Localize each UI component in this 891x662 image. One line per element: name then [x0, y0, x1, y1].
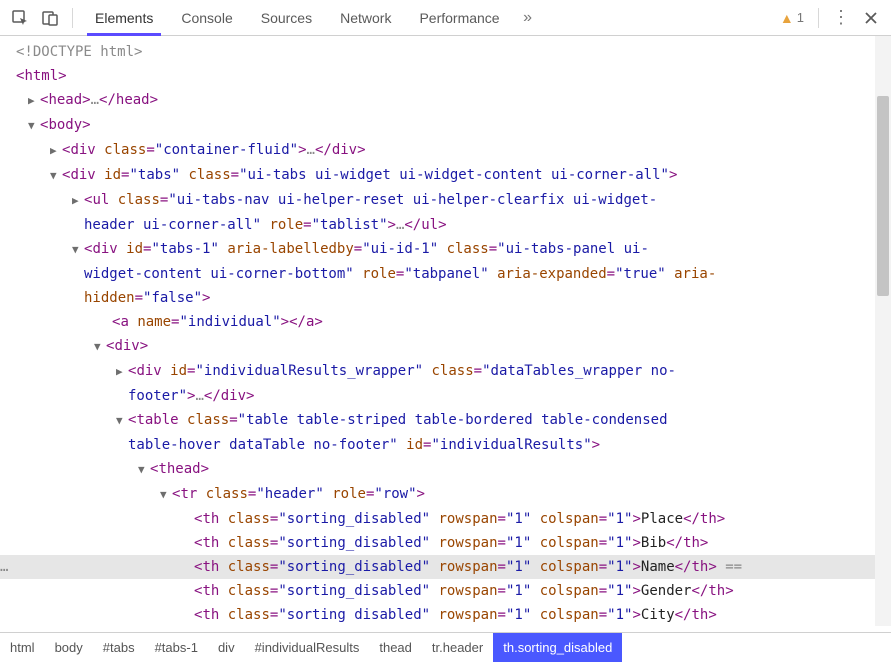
crumb[interactable]: body — [45, 633, 93, 662]
collapse-icon[interactable]: ▼ — [138, 458, 150, 482]
devtools-toolbar: Elements Console Sources Network Perform… — [0, 0, 891, 36]
tab-console[interactable]: Console — [167, 0, 246, 36]
crumb[interactable]: div — [208, 633, 245, 662]
dom-node-cont[interactable]: hidden="false"> — [16, 286, 891, 310]
tab-sources[interactable]: Sources — [247, 0, 326, 36]
dom-node-cont[interactable]: widget-content ui-corner-bottom" role="t… — [16, 262, 891, 286]
dom-node[interactable]: ▼<table class="table table-striped table… — [16, 408, 891, 433]
warning-badge[interactable]: ▲ 1 — [780, 10, 810, 26]
dom-node[interactable]: <a name="individual"></a> — [16, 310, 891, 334]
dom-node[interactable]: <!DOCTYPE html> — [16, 40, 891, 64]
crumb[interactable]: html — [0, 633, 45, 662]
dom-node[interactable]: ▼<div id="tabs" class="ui-tabs ui-widget… — [16, 163, 891, 188]
dom-node[interactable]: <th class="sorting_disabled" rowspan="1"… — [16, 531, 891, 555]
expand-icon[interactable]: ▶ — [116, 360, 128, 384]
dom-node[interactable]: <th class="sorting disabled" rowspan="1"… — [16, 603, 891, 626]
collapse-icon[interactable]: ▼ — [50, 164, 62, 188]
dom-node[interactable]: ▶<div class="container-fluid">…</div> — [16, 138, 891, 163]
dom-node[interactable]: ▼<div> — [16, 334, 891, 359]
dom-node[interactable]: ▶<div id="individualResults_wrapper" cla… — [16, 359, 891, 384]
collapse-icon[interactable]: ▼ — [28, 114, 40, 138]
dom-node-cont[interactable]: table-hover dataTable no-footer" id="ind… — [16, 433, 891, 457]
scrollbar-thumb[interactable] — [877, 96, 889, 296]
more-tabs-icon[interactable]: » — [514, 4, 542, 32]
dom-node[interactable]: ▶<ul class="ui-tabs-nav ui-helper-reset … — [16, 188, 891, 213]
collapse-icon[interactable]: ▼ — [72, 238, 84, 262]
collapse-icon[interactable]: ▼ — [160, 483, 172, 507]
crumb[interactable]: #tabs-1 — [145, 633, 208, 662]
crumb[interactable]: #tabs — [93, 633, 145, 662]
separator — [72, 8, 73, 28]
expand-icon[interactable]: ▶ — [50, 139, 62, 163]
crumb[interactable]: thead — [369, 633, 422, 662]
vertical-scrollbar[interactable] — [875, 36, 891, 626]
dom-node[interactable]: <html> — [16, 64, 891, 88]
dom-node[interactable]: ▼<div id="tabs-1" aria-labelledby="ui-id… — [16, 237, 891, 262]
dom-node-selected[interactable]: …<th class="sorting_disabled" rowspan="1… — [0, 555, 891, 579]
warning-icon: ▲ — [780, 10, 794, 26]
panel-tabs: Elements Console Sources Network Perform… — [81, 0, 778, 36]
device-toggle-icon[interactable] — [36, 4, 64, 32]
expand-icon[interactable]: ▶ — [28, 89, 40, 113]
tab-network[interactable]: Network — [326, 0, 405, 36]
breadcrumb: html body #tabs #tabs-1 div #individualR… — [0, 632, 891, 662]
warning-count: 1 — [797, 10, 804, 25]
dom-node[interactable]: <th class="sorting_disabled" rowspan="1"… — [16, 579, 891, 603]
dom-node[interactable]: ▼<body> — [16, 113, 891, 138]
close-icon[interactable] — [857, 4, 885, 32]
dom-node[interactable]: ▼<tr class="header" role="row"> — [16, 482, 891, 507]
kebab-menu-icon[interactable]: ⋮ — [827, 4, 855, 32]
inspect-icon[interactable] — [6, 4, 34, 32]
crumb[interactable]: #individualResults — [245, 633, 370, 662]
crumb[interactable]: tr.header — [422, 633, 493, 662]
crumb-selected[interactable]: th.sorting_disabled — [493, 633, 622, 662]
dom-node[interactable]: ▶<head>…</head> — [16, 88, 891, 113]
dom-node-cont[interactable]: footer">…</div> — [16, 384, 891, 408]
dom-node-cont[interactable]: header ui-corner-all" role="tablist">…</… — [16, 213, 891, 237]
dom-tree[interactable]: <!DOCTYPE html> <html> ▶<head>…</head> ▼… — [0, 36, 891, 626]
dom-node[interactable]: ▼<thead> — [16, 457, 891, 482]
collapse-icon[interactable]: ▼ — [116, 409, 128, 433]
separator — [818, 8, 819, 28]
dom-node[interactable]: <th class="sorting_disabled" rowspan="1"… — [16, 507, 891, 531]
collapse-icon[interactable]: ▼ — [94, 335, 106, 359]
expand-icon[interactable]: ▶ — [72, 189, 84, 213]
tab-performance[interactable]: Performance — [405, 0, 513, 36]
tab-elements[interactable]: Elements — [81, 0, 167, 36]
ellipsis-icon: … — [0, 555, 9, 579]
